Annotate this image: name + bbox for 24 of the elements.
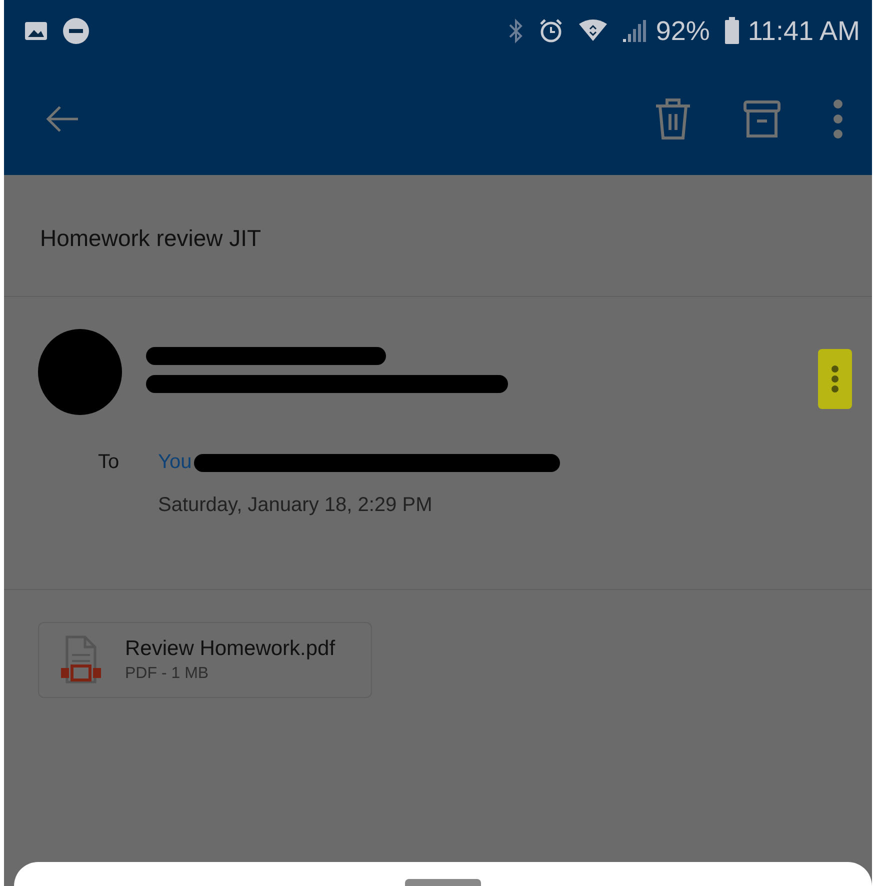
drag-handle[interactable]: [405, 879, 481, 886]
image-icon: [24, 21, 48, 41]
archive-box-icon: [742, 98, 782, 138]
alarm-icon: [538, 18, 564, 44]
recipient-label: To: [98, 451, 120, 474]
recipient-link[interactable]: You: [158, 451, 192, 474]
wifi-icon: [578, 19, 608, 43]
message-options-button[interactable]: [818, 349, 852, 409]
do-not-disturb-icon: [62, 17, 90, 45]
message-date: Saturday, January 18, 2:29 PM: [157, 493, 434, 517]
back-arrow-icon: [44, 104, 80, 134]
trash-icon: [654, 96, 692, 140]
more-options-icon: [831, 364, 839, 394]
email-subject: Homework review JIT: [4, 175, 872, 297]
clock-time: 11:41 AM: [748, 16, 860, 46]
battery-icon: [724, 17, 740, 45]
attachment-size: PDF - 1 MB: [125, 665, 210, 683]
battery-percentage: 92%: [656, 16, 710, 46]
more-options-icon: [832, 98, 844, 138]
attachment-name: Review Homework.pdf: [125, 637, 336, 661]
pdf-file-icon: [59, 635, 101, 685]
signal-icon: [622, 19, 648, 43]
attachment-card[interactable]: Review Homework.pdf PDF - 1 MB: [38, 622, 372, 698]
bluetooth-icon: [508, 18, 524, 44]
